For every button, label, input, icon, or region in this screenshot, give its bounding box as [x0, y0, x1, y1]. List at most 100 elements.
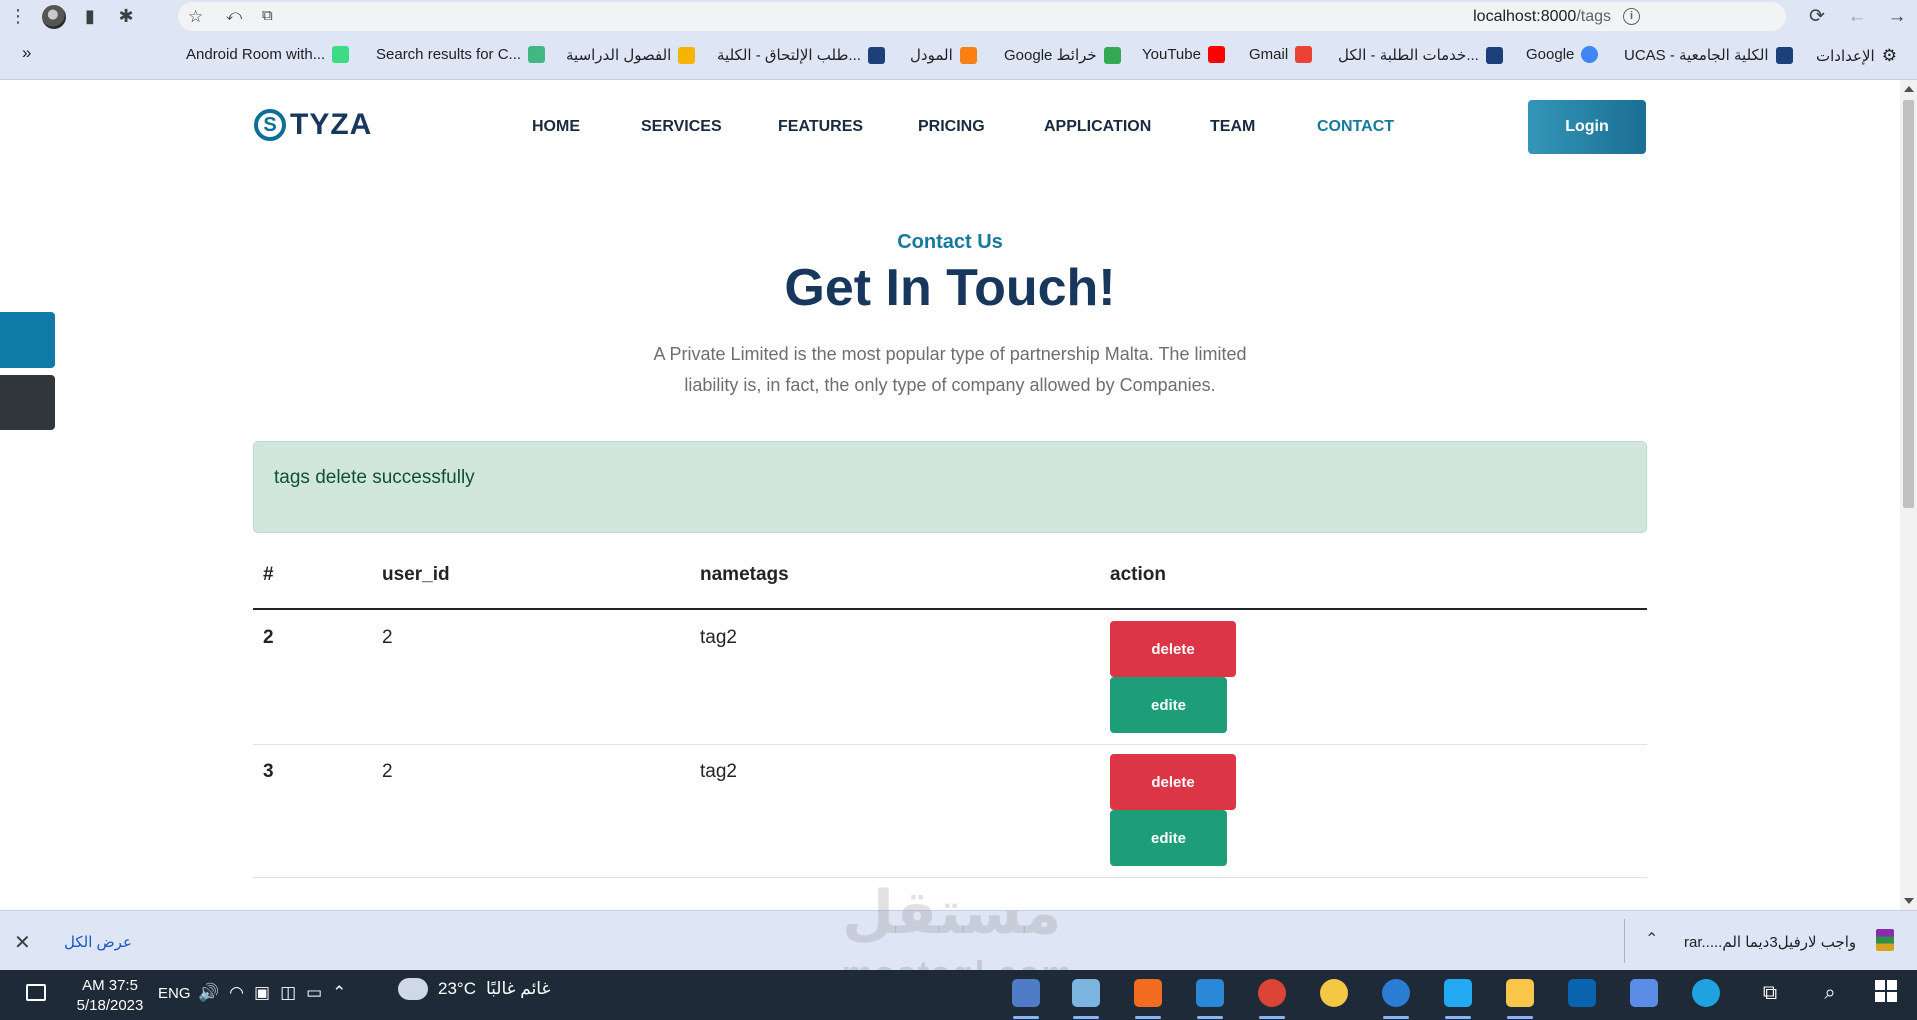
college-icon [867, 46, 885, 64]
extensions-puzzle-icon[interactable]: ✱ [108, 0, 144, 33]
section-subtitle: Contact Us [897, 231, 1003, 253]
active-app-indicator [1197, 1016, 1223, 1019]
xampp-icon[interactable] [1134, 979, 1162, 1007]
edit-button[interactable]: edite [1110, 677, 1227, 733]
bookmark-item[interactable]: المودل [910, 46, 977, 64]
active-app-indicator [1135, 1016, 1161, 1019]
bookmark-item[interactable]: YouTube [1142, 46, 1225, 63]
show-all-downloads-link[interactable]: عرض الكل [64, 933, 132, 951]
mail-icon[interactable] [1568, 979, 1596, 1007]
rar-file-icon [1876, 929, 1894, 951]
word-icon[interactable] [1382, 979, 1410, 1007]
bookmark-item[interactable]: Google خرائط [1004, 46, 1121, 64]
watermark-arabic: مستقل [842, 879, 1062, 946]
delete-button[interactable]: delete [1110, 621, 1236, 677]
forward-arrow-icon[interactable]: → [1877, 0, 1917, 33]
gmail-icon [1295, 46, 1313, 63]
chrome-icon[interactable] [1258, 979, 1286, 1007]
site-info-icon[interactable]: i [1623, 8, 1640, 25]
bookmark-item[interactable]: الإعدادات ⚙ [1816, 46, 1897, 66]
paint-icon[interactable] [1072, 979, 1100, 1007]
bookmark-item[interactable]: Search results for C... [376, 46, 546, 63]
moodle-icon [959, 46, 977, 64]
scrollbar-thumb[interactable] [1903, 100, 1914, 508]
search-icon[interactable]: ⌕ [1816, 979, 1844, 1007]
google-maps-icon [1103, 46, 1121, 64]
bookmark-star-icon[interactable]: ☆ [188, 7, 203, 27]
cell-id: 3 [263, 761, 274, 782]
bookmark-item[interactable]: طلب الإلتحاق - الكلية... [717, 46, 885, 64]
nav-contact[interactable]: CONTACT [1317, 118, 1394, 136]
table-row: 2 2 tag2 delete edite [253, 610, 1647, 745]
delete-button[interactable]: delete [1110, 754, 1236, 810]
clock-time: AM 37:5 [82, 977, 138, 994]
photos-icon[interactable] [1196, 979, 1224, 1007]
weather-widget[interactable]: 23°C غائم غالبًا [398, 971, 551, 1000]
android-icon [332, 46, 350, 63]
nav-services[interactable]: SERVICES [641, 118, 722, 136]
url-text: localhost:8000/tags [1473, 8, 1611, 25]
chevron-up-icon[interactable]: ⌃ [1645, 929, 1658, 949]
close-icon[interactable]: ✕ [14, 930, 31, 955]
notifications-icon[interactable] [26, 984, 46, 1001]
system-tray-icons[interactable]: 🔊◠▣◫▭⌃ [198, 983, 356, 1003]
side-tab-primary[interactable] [0, 312, 55, 368]
scroll-down-icon[interactable] [1904, 898, 1914, 904]
bookmark-item[interactable]: Gmail [1249, 46, 1313, 63]
scroll-up-icon[interactable] [1904, 86, 1914, 92]
cloud-sun-icon [398, 971, 428, 1000]
address-bar[interactable]: ☆ ⤺ ⧉ localhost:8000/tags i [178, 2, 1786, 31]
bookmark-item[interactable]: UCAS - الكلية الجامعية [1624, 46, 1793, 64]
college-icon [1485, 46, 1503, 64]
youtube-icon [1207, 46, 1225, 63]
page-viewport: S TYZA HOME SERVICES FEATURES PRICING AP… [0, 80, 1900, 910]
nav-application[interactable]: APPLICATION [1044, 118, 1151, 136]
bookmark-item[interactable]: الفصول الدراسية [566, 46, 696, 64]
side-panel-icon[interactable]: ▮ [72, 0, 108, 33]
profile-avatar[interactable] [36, 0, 72, 33]
bookmark-item[interactable]: خدمات الطلبة - الكل... [1338, 46, 1503, 64]
page-scrollbar[interactable] [1900, 80, 1917, 910]
login-button[interactable]: Login [1528, 100, 1646, 154]
table-row: 3 2 tag2 delete edite [253, 744, 1647, 878]
logo-mark-icon: S [254, 109, 286, 141]
kebab-menu-icon[interactable]: ⋮ [0, 0, 36, 33]
nav-pricing[interactable]: PRICING [918, 118, 985, 136]
column-header-id: # [263, 564, 274, 585]
bookmarks-bar: » Android Room with... Search results fo… [0, 33, 1917, 80]
input-language[interactable]: ENG [158, 985, 191, 1002]
clock[interactable]: AM 37:5 5/18/2023 [70, 976, 150, 1016]
edit-button[interactable]: edite [1110, 810, 1227, 866]
gear-icon: ⚙ [1881, 46, 1897, 65]
share-icon[interactable]: ⤺ [226, 7, 242, 24]
nav-home[interactable]: HOME [532, 118, 580, 136]
weather-text: غائم غالبًا [485, 979, 551, 998]
section-title: Get In Touch! [784, 259, 1116, 317]
browser-toolbar: ⋮ ▮ ✱ ☆ ⤺ ⧉ localhost:8000/tags i ⟳ ← → [0, 0, 1917, 33]
emoji-app-icon[interactable] [1320, 979, 1348, 1007]
task-view-icon[interactable]: ⧉ [1756, 979, 1784, 1007]
clock-date: 5/18/2023 [76, 997, 144, 1014]
classroom-icon [678, 46, 696, 64]
translate-icon[interactable]: ⧉ [262, 7, 273, 24]
reload-icon[interactable]: ⟳ [1797, 0, 1837, 33]
file-explorer-icon[interactable] [1506, 979, 1534, 1007]
nav-team[interactable]: TEAM [1210, 118, 1255, 136]
store-icon[interactable] [1630, 979, 1658, 1007]
bookmark-item[interactable]: Android Room with... [186, 46, 350, 63]
snipping-tool-icon[interactable] [1012, 979, 1040, 1007]
vue-icon [528, 46, 546, 63]
windows-start-icon[interactable] [1874, 979, 1902, 1007]
windows-taskbar: AM 37:5 5/18/2023 ENG 🔊◠▣◫▭⌃ 23°C غائم غ… [0, 970, 1917, 1020]
bookmark-item[interactable]: Google [1526, 46, 1599, 63]
column-header-user-id: user_id [382, 564, 450, 585]
side-tab-secondary[interactable] [0, 375, 55, 430]
edge-icon[interactable] [1692, 979, 1720, 1007]
nav-features[interactable]: FEATURES [778, 118, 863, 136]
bookmarks-overflow-button[interactable]: » [22, 43, 31, 63]
vscode-icon[interactable] [1444, 979, 1472, 1007]
back-arrow-icon[interactable]: ← [1837, 0, 1877, 33]
site-logo[interactable]: S TYZA [254, 108, 372, 142]
download-file-name[interactable]: rar.....واجب لارفيل3ديما الم [1684, 933, 1856, 951]
cell-user-id: 2 [382, 627, 393, 648]
